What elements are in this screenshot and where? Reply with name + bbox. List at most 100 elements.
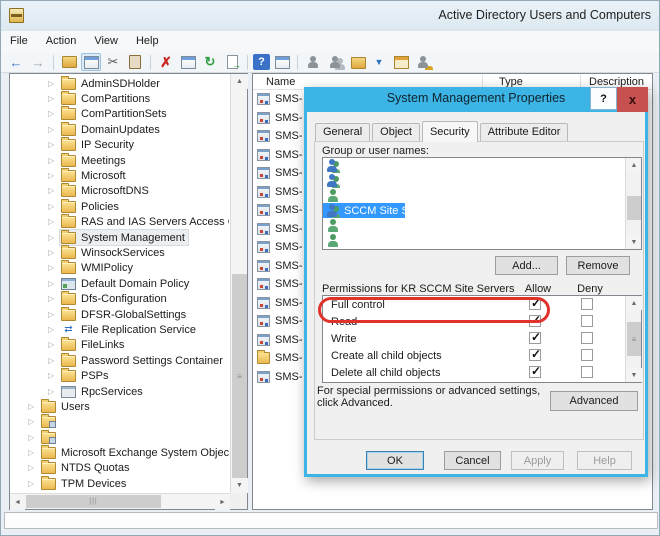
permission-row-write[interactable]: Write [323,330,625,347]
properties-button[interactable] [178,53,198,71]
up-one-level-button[interactable] [59,53,79,71]
allow-checkbox[interactable] [529,313,541,327]
allow-checkbox[interactable] [529,296,541,310]
group-item-sccm-site-servers[interactable]: SCCM Site Servers ( SCCM Site Servers) [323,203,549,218]
expand-arrow-icon[interactable] [28,449,40,457]
expand-arrow-icon[interactable] [48,80,60,88]
new-ou-button[interactable] [347,53,367,71]
scrollbar-thumb[interactable]: ≡ [232,274,247,479]
expand-arrow-icon[interactable] [48,172,60,180]
tree-item[interactable]: AdminSDHolder [10,76,229,91]
menu-item-file[interactable]: File [1,31,37,52]
ok-button[interactable]: OK [366,451,424,470]
tree-vertical-scrollbar[interactable]: ▲ ≡ ▼ [230,74,248,493]
tree-item[interactable]: Meetings [10,152,229,168]
tree-item[interactable]: DomainUpdates [10,121,229,137]
back-button[interactable]: ← [6,53,26,71]
delegate-button[interactable] [413,53,433,71]
menu-item-help[interactable]: Help [127,31,168,52]
expand-arrow-icon[interactable] [48,341,60,349]
group-list-scrollbar[interactable]: ▲ ▼ [625,158,641,249]
remove-button[interactable]: Remove [566,256,630,275]
new-user-button[interactable] [303,53,323,71]
tree-horizontal-scrollbar[interactable]: ◄ ||| ► [10,493,230,510]
tab-general[interactable]: General [315,123,371,141]
expand-arrow-icon[interactable] [48,326,60,334]
permission-row-delete-all-child-objects[interactable]: Delete all child objects [323,364,625,381]
dialog-help-button[interactable]: ? [590,87,617,110]
menu-item-view[interactable]: View [85,31,127,52]
scrollbar-thumb[interactable] [627,196,641,220]
tree-item[interactable]: Default Domain Policy [10,276,229,291]
allow-checkbox[interactable] [529,364,541,378]
permissions-list-scrollbar[interactable]: ▲ ≡ ▼ [625,296,642,382]
tree-item[interactable]: ComPartitionSets [10,106,229,122]
group-list-item[interactable] [323,233,570,248]
tree-item[interactable]: NTDS Quotas [10,460,229,476]
expand-arrow-icon[interactable] [48,110,60,118]
expand-arrow-icon[interactable] [48,249,60,257]
scroll-down-button[interactable]: ▼ [626,235,641,249]
tree-item[interactable]: PSPs [10,368,229,383]
allow-checkbox[interactable] [529,330,541,344]
tree-item-redacted[interactable] [10,414,70,430]
permission-row-read[interactable]: Read [323,313,625,330]
new-group-button[interactable] [325,53,345,71]
export-list-button[interactable] [222,53,242,71]
scrollbar-thumb[interactable]: ||| [26,495,161,508]
expand-arrow-icon[interactable] [48,187,60,195]
tree-item-redacted[interactable] [10,429,85,445]
deny-checkbox[interactable] [581,332,593,344]
scroll-up-button[interactable]: ▲ [231,74,248,89]
expand-arrow-icon[interactable] [28,480,40,488]
expand-arrow-icon[interactable] [28,434,40,442]
tree-item[interactable]: RAS and IAS Servers Access Check [10,214,229,230]
help-topics-button[interactable] [272,53,292,71]
group-list-item[interactable] [323,158,588,173]
scroll-up-button[interactable]: ▲ [626,296,642,310]
permission-row-full-control[interactable]: Full control [323,296,625,313]
tree-item[interactable]: Microsoft [10,168,229,183]
forward-button[interactable]: → [28,53,48,71]
allow-checkbox[interactable] [529,347,541,361]
tree-item[interactable]: WinsockServices [10,244,229,260]
expand-arrow-icon[interactable] [48,311,60,319]
delete-button[interactable]: ✗ [156,53,176,71]
change-domain-button[interactable] [391,53,411,71]
tree-item[interactable]: TPM Devices [10,475,229,491]
refresh-button[interactable]: ↻ [200,53,220,71]
expand-arrow-icon[interactable] [28,464,40,472]
expand-arrow-icon[interactable] [48,264,60,272]
expand-arrow-icon[interactable] [48,372,60,380]
scroll-right-button[interactable]: ► [215,494,230,510]
expand-arrow-icon[interactable] [48,157,60,165]
expand-arrow-icon[interactable] [28,403,40,411]
tree-item[interactable]: IP Security [10,137,229,153]
group-list-item[interactable] [323,188,585,203]
tree-item[interactable]: File Replication Service [10,322,229,337]
expand-arrow-icon[interactable] [48,295,60,303]
expand-arrow-icon[interactable] [48,218,60,226]
expand-arrow-icon[interactable] [48,126,60,134]
tree-item[interactable]: Policies [10,198,229,214]
cut-button[interactable]: ✂ [103,53,123,71]
tree-item[interactable]: Password Settings Container [10,352,229,368]
tree-item[interactable]: FileLinks [10,337,229,353]
add-button[interactable]: Add... [495,256,558,275]
tree-item[interactable]: ComPartitions [10,91,229,106]
filter-button[interactable]: ▼ [369,53,389,71]
column-header-name[interactable]: Name [266,75,295,89]
help-button[interactable]: ? [253,54,270,70]
show-console-tree-button[interactable] [81,53,101,71]
tree-item[interactable]: Dfs-Configuration [10,291,229,306]
tree-item[interactable]: DFSR-GlobalSettings [10,306,229,322]
expand-arrow-icon[interactable] [48,95,60,103]
scroll-left-button[interactable]: ◄ [10,494,25,510]
tab-attribute-editor[interactable]: Attribute Editor [479,123,569,141]
tree-item[interactable]: RpcServices [10,384,229,399]
tree-item[interactable]: Users [10,398,229,414]
dialog-close-button[interactable]: x [617,87,648,112]
expand-arrow-icon[interactable] [48,388,60,396]
toolbar-separator[interactable] [53,54,54,70]
deny-checkbox[interactable] [581,315,593,327]
